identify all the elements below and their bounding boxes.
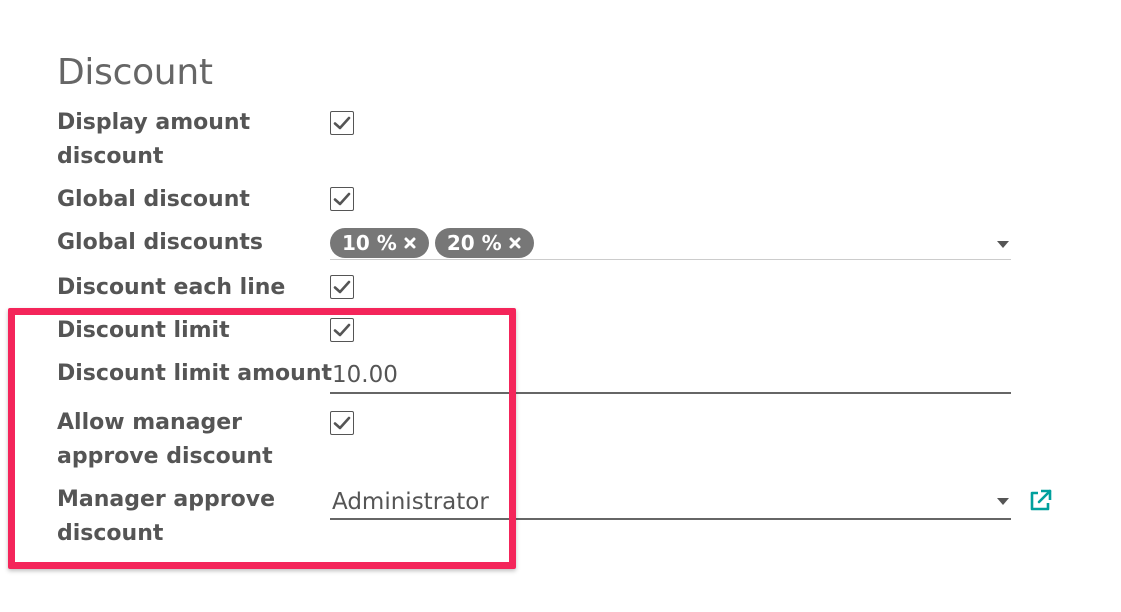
discount-each-line-label: Discount each line: [57, 275, 286, 300]
tag-10-percent[interactable]: 10 %: [330, 228, 429, 258]
check-icon: [333, 116, 351, 130]
external-link-icon[interactable]: [1027, 488, 1053, 514]
label-line-1: Display amount: [57, 110, 251, 135]
global-discounts-label: Global discounts: [57, 230, 263, 255]
tag-label: 10 %: [342, 231, 397, 255]
caret-down-icon[interactable]: [997, 498, 1009, 505]
global-discounts-input-underline[interactable]: [330, 259, 1011, 260]
global-discount-label: Global discount: [57, 187, 250, 212]
close-icon[interactable]: [508, 236, 522, 250]
global-discount-checkbox[interactable]: [330, 187, 354, 211]
global-discounts-tags: 10 % 20 %: [330, 228, 534, 258]
close-icon[interactable]: [403, 236, 417, 250]
display-amount-discount-label: Display amount discount: [57, 106, 250, 174]
tag-label: 20 %: [446, 231, 502, 255]
section-title: Discount: [57, 52, 213, 93]
tag-20-percent[interactable]: 20 %: [434, 228, 534, 258]
check-icon: [333, 192, 351, 206]
display-amount-discount-checkbox[interactable]: [330, 111, 354, 135]
check-icon: [333, 280, 351, 294]
highlight-annotation-box: [8, 308, 516, 569]
caret-down-icon[interactable]: [997, 241, 1009, 248]
label-line-2: discount: [57, 144, 164, 169]
discount-each-line-checkbox[interactable]: [330, 275, 354, 299]
